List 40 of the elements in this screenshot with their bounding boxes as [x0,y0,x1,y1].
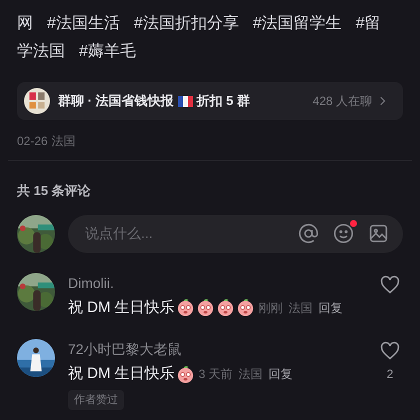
group-chat-card[interactable]: 群聊 · 法国省钱快报 折扣 5 群 428 人在聊 [17,82,403,120]
comment-text: 祝 DM 生日快乐 [68,298,175,318]
smiley-icon[interactable] [333,223,354,244]
hashtag[interactable]: #薅羊毛 [79,38,136,66]
flag-icon [178,96,193,106]
heart-icon[interactable] [379,341,401,361]
group-avatar-icon [24,88,50,114]
post-location: 法国 [52,133,76,150]
group-chat-name: 群聊 · 法国省钱快报 [58,92,174,110]
peach-face-icon [176,364,195,384]
peach-face-icon [216,298,235,318]
commenter-name[interactable]: Dimolii. [68,272,364,292]
member-count: 428 人在聊 [312,93,372,110]
chevron-right-icon [380,96,386,106]
commenter-name[interactable]: 72小时巴黎大老鼠 [68,339,364,359]
comments-count: 共 15 条评论 [17,182,92,200]
reply-link[interactable]: 回复 [268,365,293,384]
reply-link[interactable]: 回复 [318,298,343,317]
like-count: 2 [386,366,394,383]
peach-face-icon [196,298,215,318]
at-sign-icon[interactable] [298,223,319,244]
hashtag[interactable]: #法国留学生 [252,10,342,38]
hashtag[interactable]: 网 [17,10,33,38]
group-chat-suffix: 折扣 5 群 [196,92,250,110]
hashtag[interactable]: #留 [356,10,381,38]
hashtag[interactable]: 学法国 [17,38,65,66]
peach-face-icon [176,298,195,318]
peach-face-icon [236,298,255,318]
hashtag[interactable]: #法国折扣分享 [134,10,239,38]
hashtag[interactable]: #法国生活 [47,10,120,38]
comment-text: 祝 DM 生日快乐 [68,364,175,384]
comment-time: 刚刚 [258,300,283,317]
author-liked-badge: 作者赞过 [68,390,124,410]
post-date: 02-26 [17,133,48,150]
comment-time: 3 天前 [198,366,233,384]
heart-icon[interactable] [379,274,401,294]
comment-location: 法国 [288,300,313,317]
comment-location: 法国 [238,366,263,384]
image-icon[interactable] [368,223,389,244]
comment-placeholder: 说点什么... [85,224,154,243]
